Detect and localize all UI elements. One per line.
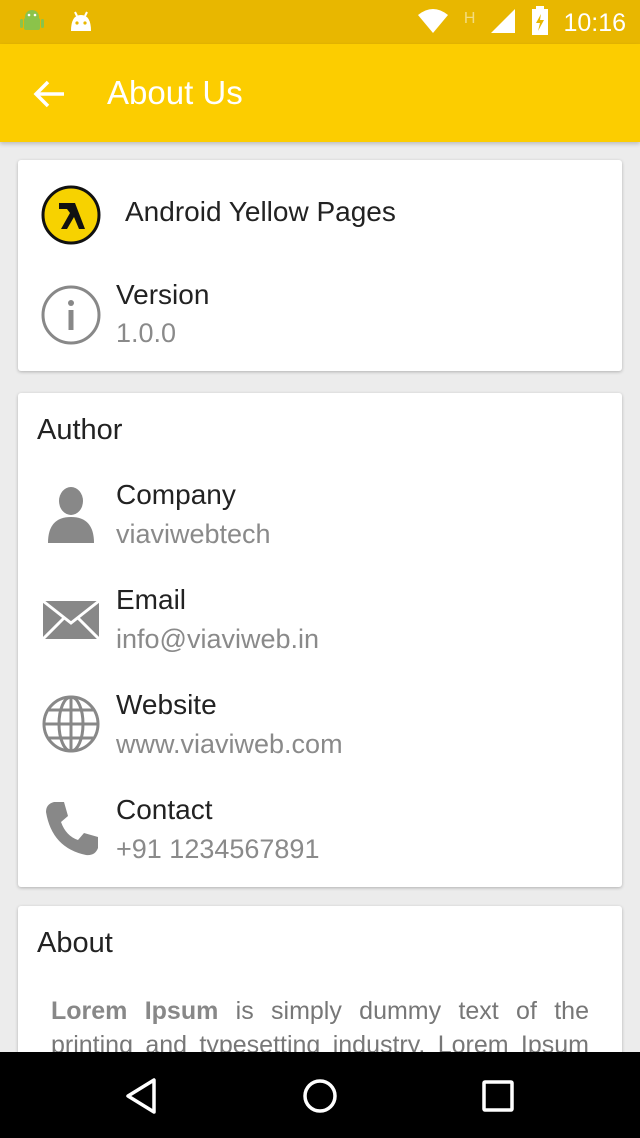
yellow-pages-logo-icon xyxy=(41,185,101,250)
android-head-icon xyxy=(68,9,94,40)
nav-recents-button[interactable] xyxy=(476,1074,520,1118)
author-section-title: Author xyxy=(37,414,123,446)
nav-home-button[interactable] xyxy=(298,1074,342,1118)
email-label: Email xyxy=(116,584,187,615)
about-section-title: About xyxy=(37,927,113,959)
nav-back-button[interactable] xyxy=(120,1074,164,1118)
phone-icon[interactable] xyxy=(40,798,102,860)
circle-home-icon xyxy=(303,1079,337,1113)
android-debug-icon xyxy=(18,8,46,41)
wifi-icon xyxy=(416,7,450,40)
version-value: 1.0.0 xyxy=(116,318,177,348)
author-card: Author Company viaviwebtech Email info@v… xyxy=(18,393,622,887)
contact-label: Contact xyxy=(116,794,213,825)
back-button[interactable] xyxy=(30,74,70,114)
square-recents-icon xyxy=(482,1080,514,1112)
app-name: Android Yellow Pages xyxy=(125,196,396,227)
system-nav-bar xyxy=(0,1052,640,1138)
app-info-card: Android Yellow Pages Version 1.0.0 xyxy=(18,160,622,371)
company-label: Company xyxy=(116,479,236,510)
battery-icon xyxy=(531,6,549,41)
website-label: Website xyxy=(116,689,217,720)
person-icon xyxy=(40,483,102,545)
info-icon xyxy=(40,284,102,346)
clock: 10:16 xyxy=(563,9,626,37)
status-bar: H 10:16 xyxy=(0,0,640,44)
cell-signal-icon xyxy=(489,7,517,40)
triangle-back-icon xyxy=(126,1078,156,1114)
email-icon[interactable] xyxy=(40,589,102,651)
network-type-label: H xyxy=(463,9,476,27)
version-label: Version xyxy=(116,279,210,310)
company-value: viaviwebtech xyxy=(116,519,271,549)
app-bar: About Us xyxy=(0,44,640,142)
page-title: About Us xyxy=(107,74,243,111)
arrow-back-icon xyxy=(33,80,64,108)
contact-value[interactable]: +91 1234567891 xyxy=(116,834,319,865)
email-value[interactable]: info@viaviweb.in xyxy=(116,624,319,655)
globe-icon[interactable] xyxy=(40,693,102,755)
website-value[interactable]: www.viaviweb.com xyxy=(116,729,343,760)
about-bold-lead: Lorem Ipsum xyxy=(51,997,219,1025)
